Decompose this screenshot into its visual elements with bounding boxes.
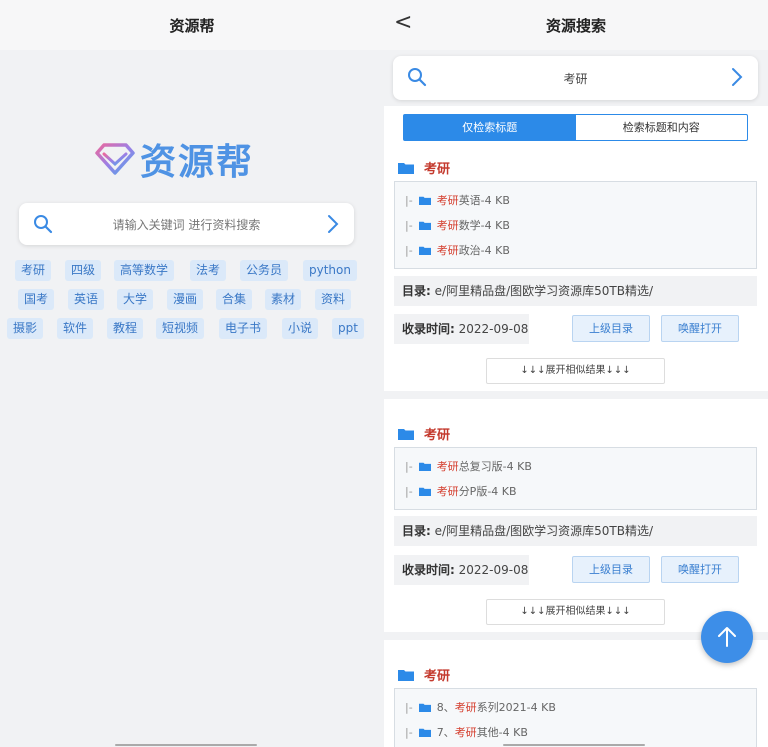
file-item[interactable]: |- 7、 考研 其他-4 KB (405, 724, 528, 740)
file-item[interactable]: |- 考研 政治-4 KB (405, 242, 510, 258)
tag-item[interactable]: 国考 (18, 289, 55, 310)
back-button[interactable]: < (394, 12, 412, 34)
tag-item[interactable]: ppt (332, 318, 364, 339)
tag-item[interactable]: 软件 (57, 318, 94, 339)
search-input[interactable]: 请输入关键词 进行资料搜索 (19, 216, 354, 233)
home-indicator (115, 744, 257, 746)
tag-item[interactable]: 法考 (190, 260, 227, 281)
arrow-up-icon (718, 627, 736, 647)
folder-icon (418, 196, 431, 205)
results-navbar: < 资源搜索 (384, 0, 768, 50)
result-card: 考研 |- 考研 总复习版-4 KB |- 考研 分P版-4 KB 目录: e/阿里… (384, 399, 768, 632)
parent-directory-button[interactable]: 上级目录 (572, 556, 650, 583)
tag-item[interactable]: 大学 (117, 289, 154, 310)
tag-item[interactable]: 漫画 (167, 289, 204, 310)
home-search-bar[interactable]: 请输入关键词 进行资料搜索 (19, 203, 354, 245)
home-indicator (503, 744, 645, 746)
folder-icon (398, 669, 414, 681)
result-title[interactable]: 考研 (398, 424, 450, 443)
file-list: |- 8、 考研 系列2021-4 KB |- 7、 考研 其他-4 KB (394, 688, 757, 747)
tag-item[interactable]: 高等数学 (114, 260, 175, 281)
result-card: 仅检索标题 检索标题和内容 考研 |- 考研 英语-4 KB |- 考研 数学-4 … (384, 106, 768, 391)
expand-similar-button[interactable]: ↓↓↓展开相似结果↓↓↓ (486, 358, 665, 384)
folder-icon (418, 462, 431, 471)
folder-icon (398, 162, 414, 174)
search-input[interactable]: 考研 (393, 70, 758, 87)
folder-icon (418, 246, 431, 255)
home-screen: 资源帮 资源帮 请输入关键词 进行资料搜索 考研 四级 高等数学 法考 公务员 … (0, 0, 384, 747)
file-item[interactable]: |- 考研 分P版-4 KB (405, 483, 517, 499)
tag-item[interactable]: 四级 (65, 260, 102, 281)
folder-icon (418, 703, 431, 712)
tag-item[interactable]: 合集 (216, 289, 253, 310)
app-logo: 资源帮 (94, 134, 254, 184)
wake-open-button[interactable]: 唤醒打开 (661, 556, 739, 583)
tag-item[interactable]: 教程 (107, 318, 144, 339)
tag-item[interactable]: 摄影 (7, 318, 44, 339)
directory-path: 目录: e/阿里精品盘/图欧学习资源库50TB精选/ (394, 276, 757, 306)
parent-directory-button[interactable]: 上级目录 (572, 315, 650, 342)
chevron-right-icon[interactable] (326, 214, 340, 234)
search-icon (408, 68, 427, 87)
file-list: |- 考研 英语-4 KB |- 考研 数学-4 KB |- 考研 政治-4 KB (394, 181, 757, 269)
tag-item[interactable]: 资料 (315, 289, 352, 310)
directory-path: 目录: e/阿里精品盘/图欧学习资源库50TB精选/ (394, 516, 757, 546)
folder-icon (418, 728, 431, 737)
search-icon (34, 215, 53, 234)
chevron-right-icon[interactable] (730, 67, 744, 87)
search-results-screen: < 资源搜索 考研 仅检索标题 检索标题和内容 考研 |- 考研英语-4 KB (384, 0, 768, 747)
diamond-logo-icon (95, 143, 135, 175)
tag-item[interactable]: 素材 (265, 289, 302, 310)
folder-icon (398, 428, 414, 440)
tag-row: 国考 英语 大学 漫画 合集 素材 资料 (0, 289, 384, 311)
collected-date: 收录时间: 2022-09-08 (394, 314, 529, 344)
scroll-to-top-button[interactable] (701, 611, 753, 663)
tag-item[interactable]: 小说 (282, 318, 319, 339)
file-item[interactable]: |- 考研 数学-4 KB (405, 217, 510, 233)
tag-item[interactable]: python (303, 260, 357, 281)
tag-item[interactable]: 英语 (68, 289, 105, 310)
result-title[interactable]: 考研 (398, 665, 450, 684)
toggle-title-only[interactable]: 仅检索标题 (404, 115, 576, 140)
collected-date: 收录时间: 2022-09-08 (394, 555, 529, 585)
file-item[interactable]: |- 考研 英语-4 KB (405, 192, 510, 208)
tag-row: 考研 四级 高等数学 法考 公务员 python (0, 260, 384, 282)
result-title[interactable]: 考研 (398, 158, 450, 177)
page-title: 资源帮 (169, 16, 215, 35)
tag-item[interactable]: 短视频 (156, 318, 205, 339)
tag-item[interactable]: 电子书 (219, 318, 268, 339)
home-navbar: 资源帮 (0, 0, 384, 50)
tag-row: 摄影 软件 教程 短视频 电子书 小说 ppt (0, 318, 384, 340)
toggle-title-and-content[interactable]: 检索标题和内容 (576, 115, 748, 140)
tag-item[interactable]: 考研 (15, 260, 52, 281)
file-item[interactable]: |- 考研 总复习版-4 KB (405, 458, 532, 474)
logo-text: 资源帮 (140, 142, 255, 183)
search-mode-toggle[interactable]: 仅检索标题 检索标题和内容 (403, 114, 748, 141)
page-title: 资源搜索 (545, 16, 606, 35)
wake-open-button[interactable]: 唤醒打开 (661, 315, 739, 342)
expand-similar-button[interactable]: ↓↓↓展开相似结果↓↓↓ (486, 599, 665, 625)
file-list: |- 考研 总复习版-4 KB |- 考研 分P版-4 KB (394, 447, 757, 510)
folder-icon (418, 221, 431, 230)
results-search-bar[interactable]: 考研 (393, 56, 758, 100)
tag-item[interactable]: 公务员 (240, 260, 289, 281)
file-item[interactable]: |- 8、 考研 系列2021-4 KB (405, 699, 556, 715)
folder-icon (418, 487, 431, 496)
